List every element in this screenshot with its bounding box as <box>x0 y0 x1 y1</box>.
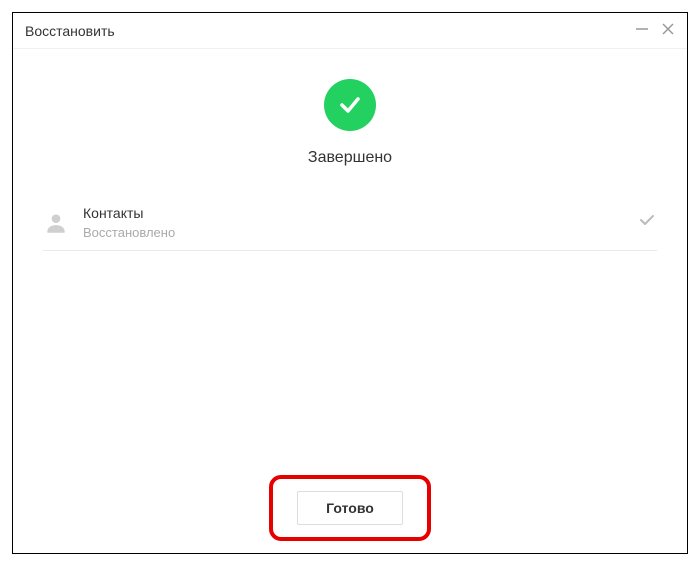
close-icon[interactable] <box>661 22 675 40</box>
item-text: Контакты Восстановлено <box>83 205 637 240</box>
restore-window: Восстановить Завершено <box>12 12 688 554</box>
window-controls <box>635 22 675 40</box>
item-status: Восстановлено <box>83 225 637 240</box>
item-name: Контакты <box>83 205 637 221</box>
minimize-icon[interactable] <box>635 22 649 40</box>
done-highlight: Готово <box>269 475 431 541</box>
titlebar: Восстановить <box>13 13 687 49</box>
status-title: Завершено <box>308 149 392 167</box>
item-done-check-icon <box>637 210 657 235</box>
window-title: Восстановить <box>25 23 635 39</box>
list-item: Контакты Восстановлено <box>43 195 657 251</box>
contacts-icon <box>43 210 83 236</box>
done-button[interactable]: Готово <box>297 491 403 525</box>
success-check-icon <box>324 79 376 131</box>
content-area: Завершено Контакты Восстановлено <box>13 49 687 463</box>
footer: Готово <box>13 463 687 553</box>
